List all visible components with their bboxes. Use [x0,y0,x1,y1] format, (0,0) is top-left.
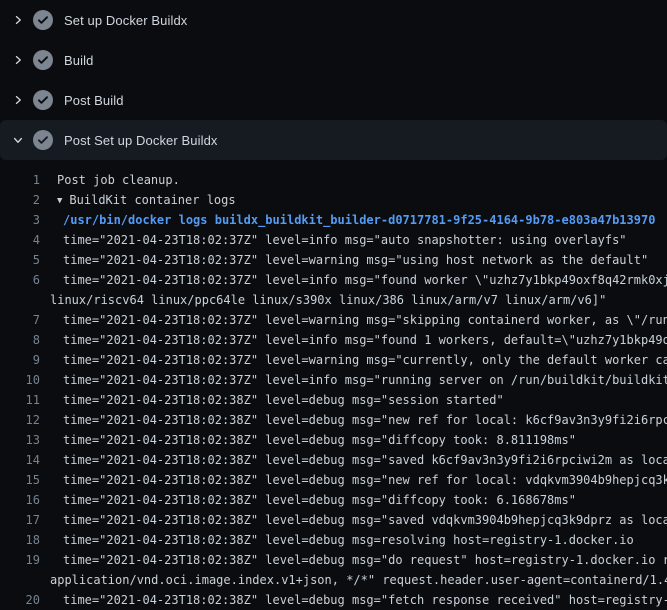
log-line: 19 time="2021-04-23T18:02:38Z" level=debu… [0,550,667,570]
log-line: 9 time="2021-04-23T18:02:37Z" level=warni… [0,350,667,370]
step-label: Set up Docker Buildx [64,13,187,28]
check-circle-icon [33,10,53,30]
log-line: application/vnd.oci.image.index.v1+json,… [0,570,667,590]
log-line-number[interactable]: 12 [0,410,40,430]
log-line-number[interactable]: 16 [0,490,40,510]
log-line-number[interactable]: 13 [0,430,40,450]
log-line: 3/usr/bin/docker logs buildx_buildkit_bu… [0,210,667,230]
log-line: 12 time="2021-04-23T18:02:38Z" level=debu… [0,410,667,430]
log-line-number [0,570,40,590]
log-line-number[interactable]: 6 [0,270,40,290]
log-line-text: time="2021-04-23T18:02:37Z" level=warnin… [63,350,667,370]
log-line-text: time="2021-04-23T18:02:37Z" level=warnin… [63,310,667,330]
log-line: 11 time="2021-04-23T18:02:38Z" level=debu… [0,390,667,410]
log-line-number[interactable]: 19 [0,550,40,570]
log-line-number[interactable]: 5 [0,250,40,270]
log-line-text: time="2021-04-23T18:02:38Z" level=debug … [63,450,667,470]
chevron-right-icon[interactable] [12,94,24,106]
log-line-number[interactable]: 10 [0,370,40,390]
check-circle-icon [33,90,53,110]
log-line: 10 time="2021-04-23T18:02:37Z" level=info… [0,370,667,390]
chevron-down-icon[interactable] [12,134,24,146]
log-line: 18 time="2021-04-23T18:02:38Z" level=debu… [0,530,667,550]
check-circle-icon [33,130,53,150]
log-line-text: time="2021-04-23T18:02:38Z" level=debug … [63,530,634,550]
log-line-text: time="2021-04-23T18:02:37Z" level=info m… [63,230,627,250]
log-line-text: linux/riscv64 linux/ppc64le linux/s390x … [50,290,606,310]
log-line-number[interactable]: 20 [0,590,40,610]
log-line: 4 time="2021-04-23T18:02:37Z" level=info … [0,230,667,250]
log-line-number[interactable]: 15 [0,470,40,490]
log-line-text: time="2021-04-23T18:02:37Z" level=info m… [63,270,667,290]
log-line-text: time="2021-04-23T18:02:38Z" level=debug … [63,550,667,570]
steps-list: Set up Docker Buildx Build Post Build Post … [0,0,667,160]
check-circle-icon [33,50,53,70]
group-collapse-triangle-icon[interactable]: ▼ [57,191,62,211]
log-line: 14 time="2021-04-23T18:02:38Z" level=debu… [0,450,667,470]
step-header-0[interactable]: Set up Docker Buildx [0,0,667,40]
log-line: linux/riscv64 linux/ppc64le linux/s390x … [0,290,667,310]
log-line-number[interactable]: 17 [0,510,40,530]
log-line: 6 time="2021-04-23T18:02:37Z" level=info … [0,270,667,290]
chevron-right-icon[interactable] [12,14,24,26]
log-line: 17 time="2021-04-23T18:02:38Z" level=debu… [0,510,667,530]
log-line-number[interactable]: 8 [0,330,40,350]
log-line-text: time="2021-04-23T18:02:37Z" level=info m… [63,330,667,350]
log-line: 20 time="2021-04-23T18:02:38Z" level=debu… [0,590,667,610]
step-header-1[interactable]: Build [0,40,667,80]
log-group-label: BuildKit container logs [69,193,235,207]
log-line-number[interactable]: 7 [0,310,40,330]
log-line-text: time="2021-04-23T18:02:37Z" level=warnin… [63,250,648,270]
log-line-text: time="2021-04-23T18:02:38Z" level=debug … [63,510,667,530]
log-line-text: application/vnd.oci.image.index.v1+json,… [50,570,667,590]
log-line: 1 Post job cleanup. [0,170,667,190]
log-line: 16 time="2021-04-23T18:02:38Z" level=debu… [0,490,667,510]
log-line-text: Post job cleanup. [57,170,180,190]
log-line-number[interactable]: 4 [0,230,40,250]
log-group-header[interactable]: ▼ BuildKit container logs [57,190,236,210]
log-line-number[interactable]: 1 [0,170,40,190]
log-line-number[interactable]: 14 [0,450,40,470]
log-line-text: time="2021-04-23T18:02:38Z" level=debug … [63,410,667,430]
step-header-3[interactable]: Post Set up Docker Buildx [0,120,667,160]
step-label: Build [64,53,93,68]
log-line-number[interactable]: 18 [0,530,40,550]
chevron-right-icon[interactable] [12,54,24,66]
log-line: 13 time="2021-04-23T18:02:38Z" level=debu… [0,430,667,450]
log-line-text: time="2021-04-23T18:02:38Z" level=debug … [63,490,576,510]
log-line-text: time="2021-04-23T18:02:38Z" level=debug … [63,390,504,410]
log-line-text: time="2021-04-23T18:02:37Z" level=info m… [63,370,667,390]
log-command-text: /usr/bin/docker logs buildx_buildkit_bui… [63,210,655,230]
step-label: Post Set up Docker Buildx [64,133,218,148]
log-line-number[interactable]: 2 [0,190,40,210]
step-label: Post Build [64,93,124,108]
log-line: 8 time="2021-04-23T18:02:37Z" level=info … [0,330,667,350]
log-line-number[interactable]: 3 [0,210,40,230]
log-line-number[interactable]: 11 [0,390,40,410]
log-line: 2 ▼ BuildKit container logs [0,190,667,210]
log-line: 5 time="2021-04-23T18:02:37Z" level=warni… [0,250,667,270]
log-line: 15 time="2021-04-23T18:02:38Z" level=debu… [0,470,667,490]
log-line-text: time="2021-04-23T18:02:38Z" level=debug … [63,590,667,610]
log-line: 7 time="2021-04-23T18:02:37Z" level=warni… [0,310,667,330]
log-line-text: time="2021-04-23T18:02:38Z" level=debug … [63,430,576,450]
log-line-number[interactable]: 9 [0,350,40,370]
step-header-2[interactable]: Post Build [0,80,667,120]
log-line-text: time="2021-04-23T18:02:38Z" level=debug … [63,470,667,490]
log-line-number [0,290,40,310]
log-panel: 1 Post job cleanup. 2 ▼ BuildKit container l… [0,160,667,610]
